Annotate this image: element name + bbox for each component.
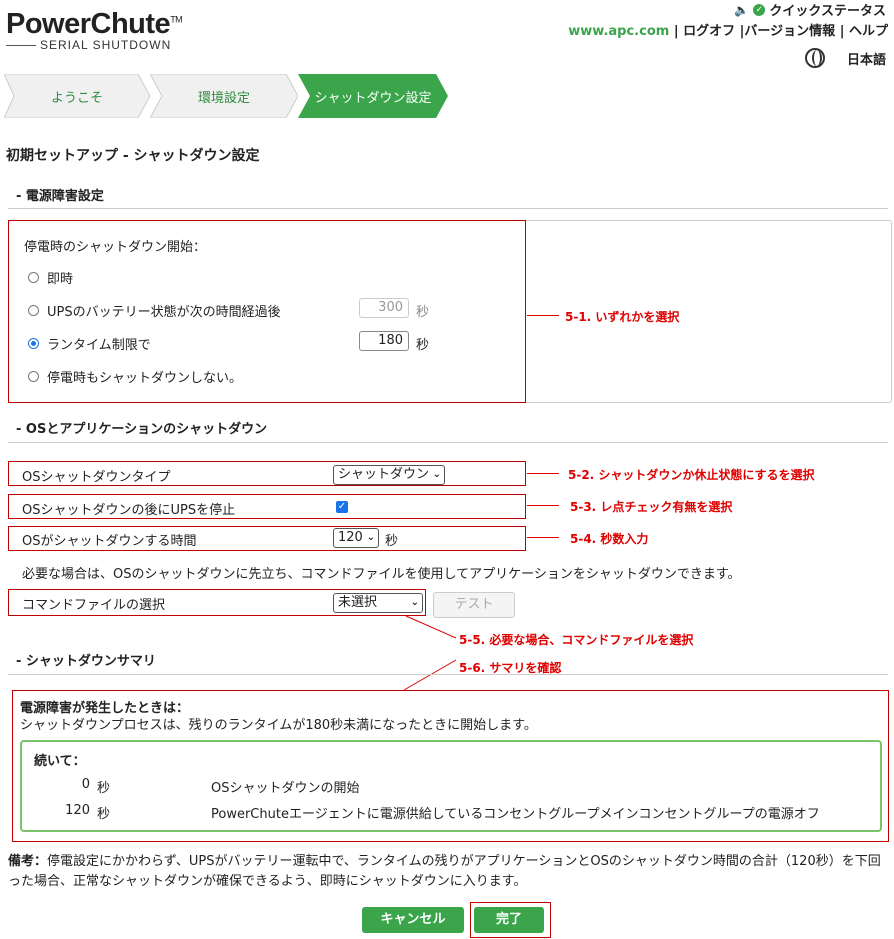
globe-icon bbox=[804, 48, 825, 68]
radio-immediate[interactable]: 即時 bbox=[28, 268, 73, 287]
radio-button-selected[interactable] bbox=[28, 338, 39, 349]
annotation-5-2: 5-2. シャットダウンか休止状態にするを選択 bbox=[568, 468, 815, 482]
remark: 備考：停電設定にかかわらず、UPSがバッテリー運転中で、ランタイムの残りがアプリ… bbox=[8, 852, 888, 892]
remark-text: 停電設定にかかわらず、UPSがバッテリー運転中で、ランタイムの残りがアプリケーシ… bbox=[8, 854, 881, 889]
divider bbox=[8, 442, 888, 443]
radio-button[interactable] bbox=[28, 305, 39, 316]
os-shutdown-type-label: OSシャットダウンタイプ bbox=[22, 470, 171, 485]
annotation-5-4: 5-4. 秒数入力 bbox=[570, 532, 649, 546]
power-fail-heading: - 電源障害設定 bbox=[16, 189, 104, 204]
radio-battery-time[interactable]: UPSのバッテリー状態が次の時間経過後 bbox=[28, 301, 281, 320]
header-links: www.apc.com | ログオフ |バージョン情報 | ヘルプ bbox=[568, 24, 888, 39]
annotation-line bbox=[527, 537, 559, 538]
annotation-5-3: 5-3. レ点チェック有無を選択 bbox=[570, 500, 733, 514]
os-shutdown-time-select[interactable]: 120 ⌄ bbox=[333, 528, 379, 548]
summary-event-0: OSシャットダウンの開始 bbox=[211, 781, 360, 796]
runtime-limit-input[interactable]: 180 bbox=[359, 331, 409, 351]
divider bbox=[8, 208, 888, 209]
logoff-link[interactable]: ログオフ bbox=[683, 24, 735, 39]
annotation-line bbox=[527, 315, 559, 316]
summary-unit-0: 秒 bbox=[97, 781, 111, 796]
radio-no-shutdown[interactable]: 停電時もシャットダウンしない。 bbox=[28, 367, 242, 386]
chevron-down-icon: ⌄ bbox=[410, 597, 419, 608]
annotation-5-5: 5-5. 必要な場合、コマンドファイルを選択 bbox=[459, 633, 694, 647]
summary-time-0: 0 bbox=[81, 777, 90, 792]
step-welcome[interactable]: ようこそ bbox=[4, 74, 150, 118]
status-ok-icon: ✓ bbox=[753, 3, 766, 16]
chevron-down-icon: ⌄ bbox=[432, 469, 441, 480]
language-selector[interactable]: 日本語 bbox=[804, 48, 886, 68]
version-link[interactable]: バージョン情報 bbox=[744, 24, 835, 39]
os-shutdown-time-unit: 秒 bbox=[385, 534, 399, 549]
logo-subtitle: SERIAL SHUTDOWN bbox=[6, 38, 171, 52]
command-file-note: 必要な場合は、OSのシャットダウンに先立ち、コマンドファイルを使用してアプリケー… bbox=[22, 567, 741, 582]
annotation-line bbox=[527, 473, 559, 474]
os-shutdown-type-select[interactable]: シャットダウン ⌄ bbox=[333, 465, 445, 485]
radio-button[interactable] bbox=[28, 272, 39, 283]
help-link[interactable]: ヘルプ bbox=[849, 24, 888, 39]
command-file-label: コマンドファイルの選択 bbox=[22, 598, 166, 613]
os-shutdown-time-label: OSがシャットダウンする時間 bbox=[22, 534, 197, 549]
finish-button[interactable]: 完了 bbox=[474, 907, 544, 933]
page-title: 初期セットアップ - シャットダウン設定 bbox=[6, 148, 260, 164]
runtime-limit-unit: 秒 bbox=[416, 338, 430, 353]
os-shutdown-heading: - OSとアプリケーションのシャットダウン bbox=[16, 422, 268, 437]
stop-ups-checkbox[interactable]: ✓ bbox=[336, 501, 348, 513]
step-environment[interactable]: 環境設定 bbox=[150, 74, 298, 118]
speaker-icon: 🔈 bbox=[734, 2, 750, 17]
quick-status-link[interactable]: 🔈 ✓ クイックステータス bbox=[734, 0, 886, 20]
command-file-select[interactable]: 未選択 ⌄ bbox=[333, 593, 423, 613]
stop-ups-label: OSシャットダウンの後にUPSを停止 bbox=[22, 503, 236, 518]
apc-link[interactable]: www.apc.com bbox=[568, 24, 669, 39]
summary-unit-1: 秒 bbox=[97, 807, 111, 822]
remark-label: 備考： bbox=[8, 854, 48, 869]
annotation-lines bbox=[403, 615, 457, 691]
cancel-button[interactable]: キャンセル bbox=[362, 907, 464, 933]
powerchute-logo: PowerChuteTM bbox=[6, 8, 183, 40]
battery-time-unit: 秒 bbox=[416, 305, 430, 320]
battery-time-input[interactable]: 300 bbox=[359, 298, 409, 318]
annotation-5-1: 5-1. いずれかを選択 bbox=[565, 310, 680, 324]
radio-runtime-limit[interactable]: ランタイム制限で bbox=[28, 334, 151, 353]
annotation-line bbox=[527, 505, 559, 506]
summary-time-1: 120 bbox=[65, 803, 90, 818]
shutdown-start-label: 停電時のシャットダウン開始： bbox=[24, 240, 207, 255]
step-shutdown[interactable]: シャットダウン設定 bbox=[298, 74, 448, 118]
summary-heading: - シャットダウンサマリ bbox=[16, 654, 156, 669]
then-label: 続いて： bbox=[34, 754, 86, 769]
summary-event-1: PowerChuteエージェントに電源供給しているコンセントグループメインコンセ… bbox=[211, 807, 820, 822]
divider bbox=[8, 674, 888, 675]
power-fail-when-text: シャットダウンプロセスは、残りのランタイムが180秒未満になったときに開始します… bbox=[20, 718, 537, 733]
chevron-down-icon: ⌄ bbox=[366, 532, 375, 543]
radio-button[interactable] bbox=[28, 371, 39, 382]
